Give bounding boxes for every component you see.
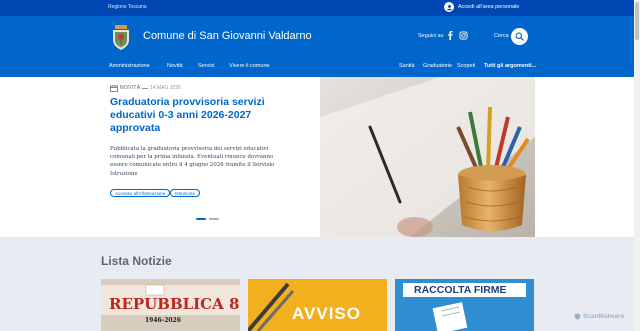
- calendar-icon: [110, 85, 118, 92]
- hero-separator: [142, 88, 148, 89]
- facebook-icon[interactable]: [446, 31, 455, 40]
- hero-image: [320, 77, 535, 237]
- slim-header: Regione Toscana Accedi all'area personal…: [0, 0, 634, 16]
- news-card-subtitle: 1946-2026: [145, 317, 181, 324]
- tag-istruzione[interactable]: Istruzione: [170, 189, 200, 197]
- coat-of-arms-logo[interactable]: [111, 25, 131, 50]
- user-icon: [444, 2, 454, 12]
- search-icon: [515, 32, 524, 41]
- site-name[interactable]: Comune di San Giovanni Valdarno: [143, 30, 312, 42]
- news-card[interactable]: AVVISO: [248, 279, 387, 331]
- nav-item-graduatorie[interactable]: Graduatorie: [423, 63, 452, 69]
- tag-accesso-informazione[interactable]: Accesso all'informazione: [110, 189, 171, 197]
- region-link[interactable]: Regione Toscana: [108, 4, 147, 10]
- news-card[interactable]: RACCOLTA FIRME: [395, 279, 534, 331]
- instagram-icon[interactable]: [459, 31, 468, 40]
- shield-icon: [574, 313, 581, 320]
- nav-item-servizi[interactable]: Servizi: [198, 63, 215, 69]
- hero-date: 14 MAG 2026: [150, 85, 181, 91]
- main-navigation: Amministrazione Novità Servizi Vivere il…: [0, 61, 634, 77]
- login-label: Accedi all'area personale: [458, 4, 520, 10]
- page-scrollbar[interactable]: [634, 0, 640, 331]
- nav-item-amministrazione[interactable]: Amministrazione: [109, 63, 150, 69]
- center-header: Comune di San Giovanni Valdarno Seguici …: [0, 16, 634, 61]
- hero-title[interactable]: Graduatoria provvisoria servizi educativ…: [110, 96, 290, 135]
- news-heading: Lista Notizie: [101, 254, 172, 268]
- carousel-dot[interactable]: [209, 218, 219, 220]
- nav-item-vivere-il-comune[interactable]: Vivere il comune: [229, 63, 270, 69]
- search-label: Cerca: [494, 33, 509, 39]
- news-card-title: AVVISO: [292, 304, 361, 323]
- hero-category[interactable]: NOVITÀ: [120, 85, 140, 91]
- nav-item-sanita[interactable]: Sanità: [399, 63, 415, 69]
- search-button[interactable]: [511, 28, 528, 45]
- news-card[interactable]: REPUBBLICA 80 1946-2026: [101, 279, 240, 331]
- carousel-pagination: [196, 218, 219, 220]
- follow-label: Seguici su: [418, 33, 444, 39]
- news-section: Lista Notizie REPUBBLICA 80 1946-2026 AV…: [0, 237, 634, 331]
- news-card-title: REPUBBLICA 80: [109, 295, 240, 313]
- watermark: ScanMalware: [574, 313, 624, 320]
- hero-section: NOVITÀ 14 MAG 2026 Graduatoria provvisor…: [0, 77, 634, 237]
- scrollbar-thumb[interactable]: [635, 2, 639, 40]
- carousel-dot-active[interactable]: [196, 218, 206, 220]
- nav-item-novita[interactable]: Novità: [167, 63, 183, 69]
- news-card-title: RACCOLTA FIRME: [414, 284, 507, 296]
- watermark-text: ScanMalware: [583, 313, 625, 320]
- hero-description: Pubblicata la graduatoria provvisoria de…: [110, 146, 275, 177]
- nav-item-scopeti[interactable]: Scopeti: [457, 63, 475, 69]
- login-button[interactable]: Accedi all'area personale: [444, 2, 519, 12]
- nav-item-all-topics[interactable]: Tutti gli argomenti...: [484, 63, 536, 69]
